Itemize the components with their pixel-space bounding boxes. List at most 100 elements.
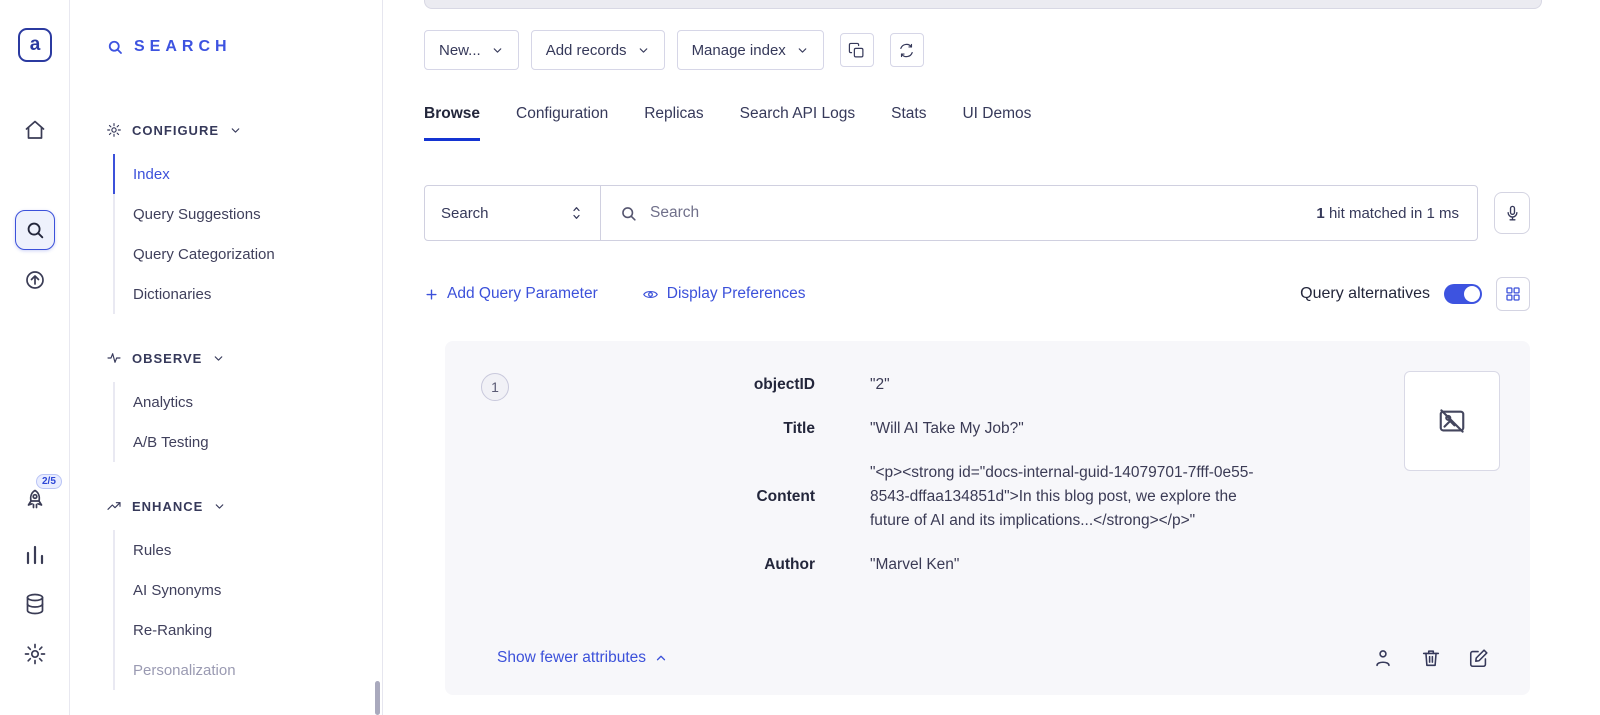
edit-icon [1468, 647, 1490, 669]
attr-name-title: Title [485, 417, 815, 441]
new-button-label: New... [439, 42, 481, 59]
image-placeholder[interactable] [1404, 371, 1500, 471]
rocket-icon[interactable] [23, 488, 47, 512]
sidebar-item-label: A/B Testing [133, 434, 209, 451]
copy-icon [848, 42, 865, 59]
query-area [601, 186, 1316, 240]
edit-record-button[interactable] [1468, 647, 1490, 669]
data-sources-icon[interactable] [23, 592, 47, 616]
tab-ui-demos[interactable]: UI Demos [962, 105, 1031, 141]
settings-gear-icon[interactable] [23, 642, 47, 666]
microphone-icon [1503, 204, 1522, 223]
search-input[interactable] [650, 204, 1298, 222]
sidebar-item-query-categorization[interactable]: Query Categorization [115, 234, 382, 274]
image-off-icon [1437, 406, 1467, 436]
index-tabs: Browse Configuration Replicas Search API… [424, 105, 1530, 141]
add-query-parameter-label: Add Query Parameter [447, 285, 598, 303]
pulse-icon [106, 350, 122, 366]
chevron-down-icon [213, 500, 226, 513]
sidebar-item-rules[interactable]: Rules [115, 530, 382, 570]
section-observe-label: OBSERVE [132, 351, 202, 366]
sidebar-item-label: Index [133, 166, 170, 183]
tab-browse[interactable]: Browse [424, 105, 480, 141]
toggle-knob [1464, 286, 1480, 302]
algolia-logo[interactable]: a [18, 28, 52, 62]
sidebar-item-label: Rules [133, 542, 171, 559]
analytics-bars-icon[interactable] [23, 543, 47, 567]
hit-card: 1 objectID "2" Title "Will AI Take My Jo… [445, 341, 1530, 695]
search-product-icon[interactable] [15, 210, 55, 250]
hit-attributes: objectID "2" Title "Will AI Take My Job?… [485, 373, 1280, 577]
enhance-list: Rules AI Synonyms Re-Ranking Personaliza… [113, 530, 382, 690]
chevron-down-icon [212, 352, 225, 365]
tab-stats[interactable]: Stats [891, 105, 926, 141]
sidebar-item-re-ranking[interactable]: Re-Ranking [115, 610, 382, 650]
grid-icon [1504, 285, 1522, 303]
sidebar-scrollbar[interactable] [375, 681, 380, 715]
query-alternatives-toggle[interactable] [1444, 284, 1482, 304]
query-prefs-row: Add Query Parameter Display Preferences … [424, 281, 1530, 307]
tab-search-api-logs[interactable]: Search API Logs [740, 105, 855, 141]
sidebar-item-ab-testing[interactable]: A/B Testing [115, 422, 382, 462]
person-icon [1372, 647, 1394, 669]
home-icon[interactable] [23, 118, 47, 142]
hit-rank-badge: 1 [481, 373, 509, 401]
tab-configuration[interactable]: Configuration [516, 105, 608, 141]
section-enhance[interactable]: ENHANCE [106, 494, 382, 518]
chevron-updown-icon [569, 204, 584, 222]
voice-search-button[interactable] [1494, 192, 1530, 234]
display-preferences-link[interactable]: Display Preferences [642, 285, 806, 303]
chevron-down-icon [637, 44, 650, 57]
sidebar-item-label: Personalization [133, 662, 236, 679]
hits-summary: 1 hit matched in 1 ms [1316, 205, 1477, 222]
sidebar-item-dictionaries[interactable]: Dictionaries [115, 274, 382, 314]
new-dropdown-button[interactable]: New... [424, 30, 519, 70]
observe-list: Analytics A/B Testing [113, 382, 382, 462]
person-preview-button[interactable] [1372, 647, 1394, 669]
usage-badge: 2/5 [36, 474, 62, 489]
add-query-parameter-link[interactable]: Add Query Parameter [424, 285, 598, 303]
chevron-down-icon [491, 44, 504, 57]
sidebar-item-query-suggestions[interactable]: Query Suggestions [115, 194, 382, 234]
eye-icon [642, 286, 659, 303]
attr-name-objectid: objectID [485, 373, 815, 397]
product-rail: a 2/5 [0, 0, 70, 715]
chevron-down-icon [796, 44, 809, 57]
attr-value-author: "Marvel Ken" [870, 553, 1280, 577]
sidebar-item-analytics[interactable]: Analytics [115, 382, 382, 422]
show-fewer-label: Show fewer attributes [497, 649, 646, 667]
manage-index-label: Manage index [692, 42, 786, 59]
gear-icon [106, 122, 122, 138]
query-alternatives-label: Query alternatives [1300, 285, 1430, 303]
main-content: New... Add records Manage index Browse C… [383, 0, 1600, 715]
sidebar-item-label: Analytics [133, 394, 193, 411]
chevron-up-icon [654, 651, 668, 665]
add-records-label: Add records [546, 42, 627, 59]
trending-up-icon [106, 498, 122, 514]
sidebar-item-personalization[interactable]: Personalization [115, 650, 382, 690]
attr-value-objectid: "2" [870, 373, 1280, 397]
section-configure[interactable]: CONFIGURE [106, 118, 382, 142]
recommend-icon[interactable] [23, 268, 47, 292]
attr-value-content: "<p><strong id="docs-internal-guid-14079… [870, 461, 1280, 533]
show-fewer-attributes-link[interactable]: Show fewer attributes [497, 649, 668, 667]
copy-index-button[interactable] [840, 33, 874, 67]
add-records-dropdown-button[interactable]: Add records [531, 30, 665, 70]
sidebar-item-label: Query Categorization [133, 246, 275, 263]
sidebar-item-index[interactable]: Index [113, 154, 382, 194]
attr-name-content: Content [485, 485, 815, 509]
delete-record-button[interactable] [1420, 647, 1442, 669]
tab-replicas[interactable]: Replicas [644, 105, 703, 141]
manage-index-dropdown-button[interactable]: Manage index [677, 30, 824, 70]
search-type-selector[interactable]: Search [425, 186, 601, 240]
chevron-down-icon [229, 124, 242, 137]
hits-text: hit matched in 1 ms [1329, 205, 1459, 222]
trash-icon [1420, 647, 1442, 669]
refresh-button[interactable] [890, 33, 924, 67]
display-mode-button[interactable] [1496, 277, 1530, 311]
attr-name-author: Author [485, 553, 815, 577]
sidebar-item-ai-synonyms[interactable]: AI Synonyms [115, 570, 382, 610]
sidebar-item-label: Re-Ranking [133, 622, 212, 639]
section-observe[interactable]: OBSERVE [106, 346, 382, 370]
refresh-icon [898, 42, 915, 59]
